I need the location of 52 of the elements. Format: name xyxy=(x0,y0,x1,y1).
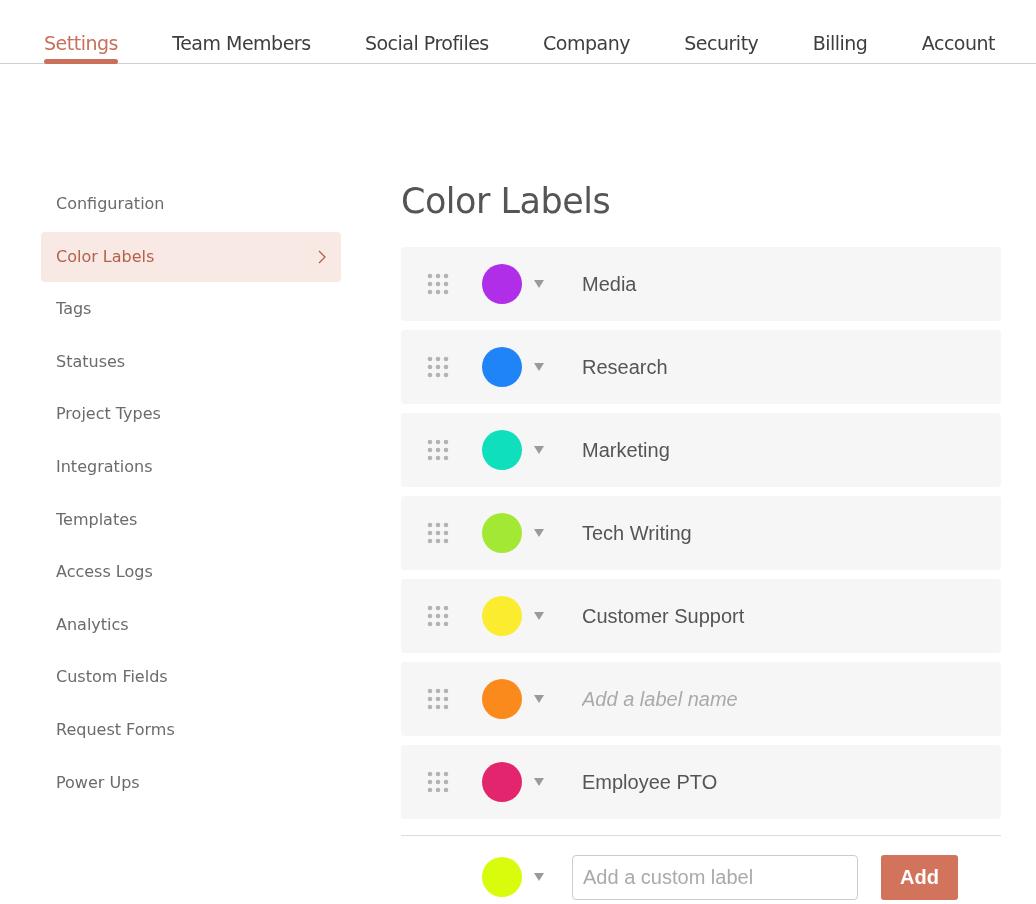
sidebar-item[interactable]: Color Labels xyxy=(41,231,341,282)
label-name[interactable]: Employee PTO xyxy=(582,767,718,797)
drag-handle-icon[interactable] xyxy=(427,522,449,544)
tab[interactable]: Team Members xyxy=(172,0,311,63)
tab[interactable]: Company xyxy=(543,0,630,63)
tab[interactable]: Social Profiles xyxy=(364,0,489,63)
tab[interactable]: Account xyxy=(921,0,995,63)
caret-icon xyxy=(534,363,544,371)
sidebar-item[interactable]: Request Forms xyxy=(41,704,341,755)
tab[interactable]: Billing xyxy=(812,0,868,63)
color-picker[interactable] xyxy=(482,430,544,470)
caret-icon xyxy=(534,446,544,454)
sidebar-item[interactable]: Integrations xyxy=(41,441,341,492)
color-picker[interactable] xyxy=(482,857,544,897)
drag-handle-icon[interactable] xyxy=(427,439,449,461)
caret-icon xyxy=(534,695,544,703)
label-name[interactable]: Tech Writing xyxy=(582,518,692,548)
caret-icon xyxy=(534,280,544,288)
drag-handle-icon[interactable] xyxy=(427,605,449,627)
caret-icon xyxy=(534,612,544,620)
tab[interactable]: Security xyxy=(684,0,759,63)
label-name[interactable]: Research xyxy=(582,352,668,382)
caret-icon xyxy=(534,778,544,786)
drag-handle-icon[interactable] xyxy=(427,771,449,793)
drag-handle-icon[interactable] xyxy=(427,688,449,710)
caret-icon xyxy=(534,529,544,537)
sidebar-item[interactable]: Project Types xyxy=(41,389,341,440)
sidebar-item[interactable]: Configuration xyxy=(41,179,341,229)
drag-handle-icon[interactable] xyxy=(427,356,449,378)
label-name[interactable]: Marketing xyxy=(582,435,670,465)
custom-label-field[interactable]: Add a custom label xyxy=(572,854,858,900)
label-name[interactable]: Customer Support xyxy=(582,601,745,631)
label-name[interactable]: Media xyxy=(582,269,637,299)
caret-icon xyxy=(534,873,544,881)
sidebar-item[interactable]: Custom Fields xyxy=(41,652,341,703)
color-picker[interactable] xyxy=(482,264,544,304)
color-picker[interactable] xyxy=(482,596,544,636)
sidebar-item[interactable]: Tags xyxy=(41,284,341,335)
tab[interactable]: Settings xyxy=(44,0,118,63)
sidebar-item[interactable]: Access Logs xyxy=(41,547,341,598)
sidebar-item[interactable]: Analytics xyxy=(41,599,341,650)
sidebar-item[interactable]: Statuses xyxy=(41,336,341,387)
color-picker[interactable] xyxy=(482,513,544,553)
add-button[interactable]: Add xyxy=(881,854,958,900)
chevron-right-icon xyxy=(318,249,326,264)
sidebar-item[interactable]: Power Ups xyxy=(41,757,341,808)
color-picker[interactable] xyxy=(482,347,544,387)
color-picker[interactable] xyxy=(482,762,544,802)
sidebar-item[interactable]: Templates xyxy=(41,494,341,545)
page-title: Color Labels xyxy=(401,184,612,219)
color-picker[interactable] xyxy=(482,679,544,719)
drag-handle-icon[interactable] xyxy=(427,273,449,295)
